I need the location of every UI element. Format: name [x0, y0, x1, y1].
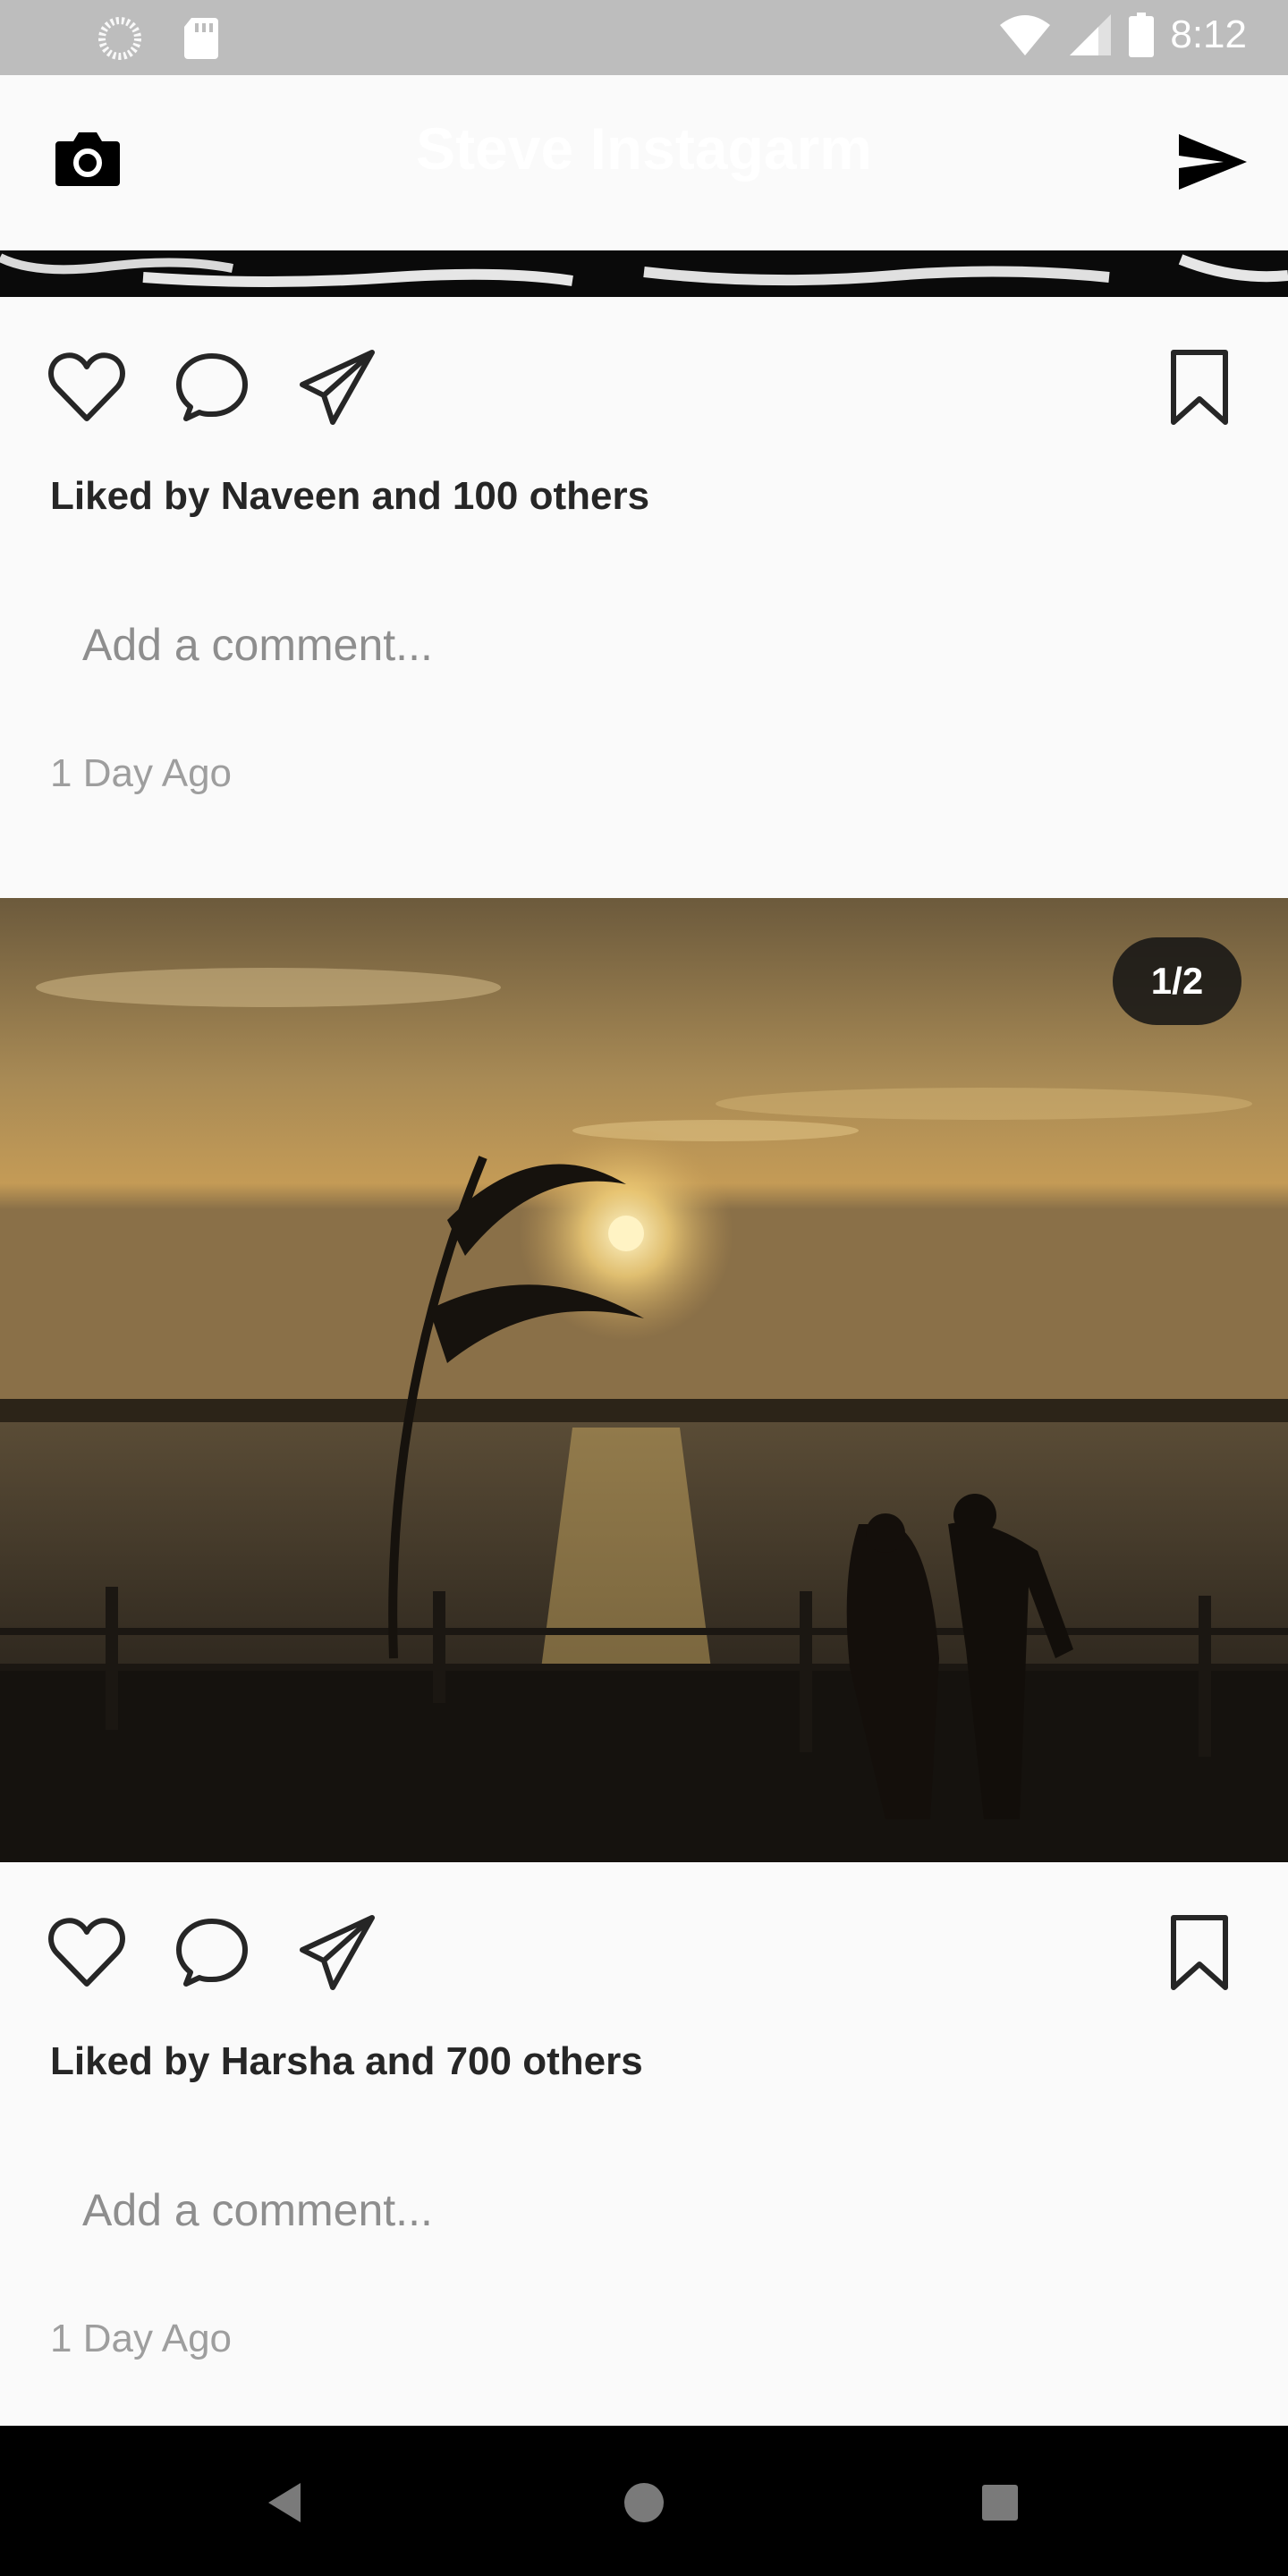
heart-icon[interactable]: [47, 347, 127, 428]
post-actions: [0, 347, 1288, 445]
image-counter: 1/2: [1113, 937, 1241, 1025]
bookmark-icon[interactable]: [1159, 1912, 1240, 1993]
likes-text[interactable]: Liked by Naveen and 100 others: [50, 474, 649, 519]
battery-icon: [1129, 13, 1155, 57]
comment-input[interactable]: Add a comment...: [82, 619, 433, 671]
signal-icon: [1070, 14, 1112, 55]
back-icon[interactable]: [265, 2481, 304, 2524]
post-image-partial[interactable]: [0, 250, 1288, 297]
sd-card-icon: [184, 18, 218, 59]
home-icon[interactable]: [623, 2481, 665, 2524]
comment-input[interactable]: Add a comment...: [82, 2184, 433, 2236]
comment-icon[interactable]: [172, 1912, 252, 1993]
share-icon[interactable]: [297, 1912, 377, 1993]
send-icon[interactable]: [1177, 132, 1249, 191]
app-title: Steve Instagarm: [416, 115, 872, 182]
post-actions: [0, 1912, 1288, 2011]
likes-text[interactable]: Liked by Harsha and 700 others: [50, 2039, 643, 2084]
sunset-photo-graphic: [0, 898, 1288, 1862]
recents-icon[interactable]: [980, 2483, 1020, 2522]
system-nav-bar: [0, 2426, 1288, 2576]
heart-icon[interactable]: [47, 1912, 127, 1993]
post-photo[interactable]: [0, 898, 1288, 1862]
wifi-icon: [1000, 15, 1051, 55]
share-icon[interactable]: [297, 347, 377, 428]
image-strip-graphic: [0, 250, 1288, 297]
status-time: 8:12: [1170, 13, 1247, 56]
comment-icon[interactable]: [172, 347, 252, 428]
status-bar: 8:12: [0, 0, 1288, 75]
spinner-icon: [98, 17, 141, 60]
post-timestamp: 1 Day Ago: [50, 2317, 233, 2360]
bookmark-icon[interactable]: [1159, 347, 1240, 428]
post-timestamp: 1 Day Ago: [50, 751, 233, 795]
